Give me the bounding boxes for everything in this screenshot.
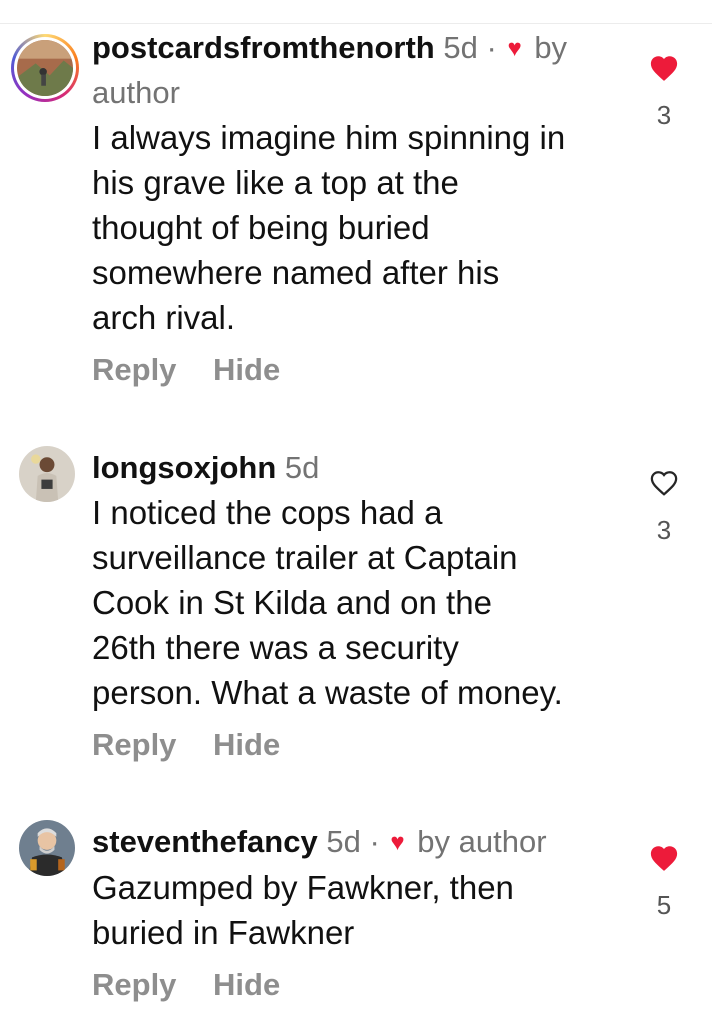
- reply-button[interactable]: Reply: [92, 727, 176, 762]
- like-control: 5: [640, 844, 688, 921]
- liked-by-author-heart-icon: ♥: [507, 35, 522, 62]
- comment-meta: steventhefancy 5d · ♥ by author: [92, 820, 632, 865]
- heart-filled-icon[interactable]: [649, 844, 679, 872]
- comment-actions: Reply Hide: [92, 352, 632, 388]
- top-divider: [0, 23, 712, 24]
- avatar: [17, 40, 73, 96]
- timestamp: 5d: [443, 30, 478, 65]
- avatar[interactable]: [19, 820, 75, 876]
- comment-text: I noticed the cops had a surveillance tr…: [92, 494, 563, 711]
- like-control: 3: [640, 54, 688, 131]
- timestamp: 5d: [284, 450, 320, 485]
- comment-text: Gazumped by Fawkner, then buried in Fawk…: [92, 869, 514, 951]
- avatar[interactable]: [19, 446, 75, 502]
- comment-text: I always imagine him spinning in his gra…: [92, 119, 566, 336]
- heart-filled-icon[interactable]: [649, 54, 679, 82]
- separator: ·: [369, 824, 380, 859]
- timestamp: 5d: [326, 824, 361, 859]
- heart-outline-icon[interactable]: [649, 469, 679, 497]
- username[interactable]: postcardsfromthenorth: [92, 30, 435, 65]
- like-count: 3: [656, 515, 672, 545]
- like-count: 3: [656, 100, 672, 130]
- username[interactable]: longsoxjohn: [92, 450, 276, 485]
- comment-actions: Reply Hide: [92, 967, 632, 1003]
- comment-actions: Reply Hide: [92, 727, 632, 763]
- hide-button[interactable]: Hide: [213, 967, 280, 1002]
- comment-meta: postcardsfromthenorth 5d · ♥ by author: [92, 26, 632, 115]
- reply-button[interactable]: Reply: [92, 967, 176, 1002]
- username[interactable]: steventhefancy: [92, 824, 318, 859]
- like-control: 3: [640, 469, 688, 546]
- separator: ·: [486, 30, 497, 65]
- comment-meta: longsoxjohn 5d: [92, 446, 632, 490]
- by-author-label: by author: [417, 824, 547, 859]
- hide-button[interactable]: Hide: [213, 727, 280, 762]
- like-count: 5: [656, 890, 672, 920]
- reply-button[interactable]: Reply: [92, 352, 176, 387]
- avatar-story-ring[interactable]: [11, 34, 79, 102]
- liked-by-author-heart-icon: ♥: [390, 829, 405, 856]
- hide-button[interactable]: Hide: [213, 352, 280, 387]
